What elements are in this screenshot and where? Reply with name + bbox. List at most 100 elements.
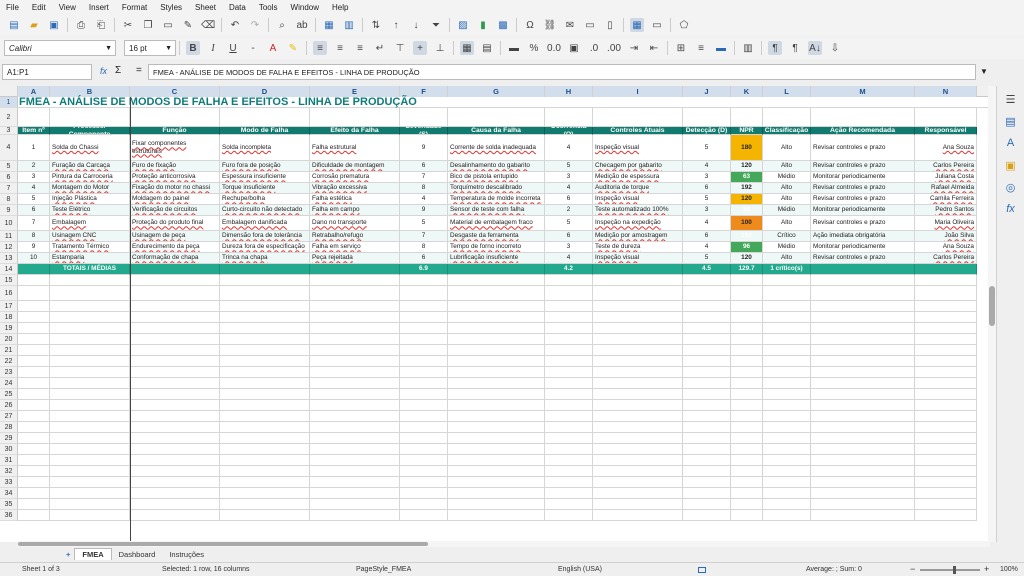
table-cell[interactable]: 180 [731,135,763,161]
empty-cell[interactable] [18,275,50,286]
empty-cell[interactable] [593,455,683,466]
table-cell[interactable]: 6 [400,253,448,264]
table-cell[interactable]: 120 [731,161,763,172]
sort-descending-icon[interactable]: ↓ [409,18,423,32]
empty-cell[interactable] [18,378,50,389]
table-cell[interactable]: 10 [18,253,50,264]
empty-cell[interactable] [811,455,915,466]
empty-cell[interactable] [448,400,545,411]
totals-cell[interactable]: 4.2 [545,264,593,275]
empty-cell[interactable] [310,400,400,411]
empty-cell[interactable] [310,334,400,345]
empty-cell[interactable] [915,510,977,521]
table-cell[interactable]: Pedro Santos [915,205,977,216]
empty-cell[interactable] [18,345,50,356]
empty-cell[interactable] [18,466,50,477]
table-cell[interactable]: Montagem do Motor [50,183,130,194]
empty-cell[interactable] [50,334,130,345]
table-cell[interactable]: Inspeção na expedição [593,216,683,231]
empty-cell[interactable] [400,389,448,400]
table-cell[interactable]: Rechupe/bolha [220,194,310,205]
empty-cell[interactable] [593,275,683,286]
table-cell[interactable]: Falha estética [310,194,400,205]
empty-cell[interactable] [310,312,400,323]
empty-cell[interactable] [220,108,310,127]
column-title-cell[interactable]: Função [130,127,220,135]
empty-cell[interactable] [545,510,593,521]
empty-cell[interactable] [683,411,731,422]
empty-cell[interactable] [683,389,731,400]
empty-cell[interactable] [811,345,915,356]
empty-cell[interactable] [593,422,683,433]
table-cell[interactable]: Dano no transporte [310,216,400,231]
table-cell[interactable]: Revisar controles e prazo [811,216,915,231]
table-cell[interactable]: Teste automatizado 100% [593,205,683,216]
empty-cell[interactable] [220,323,310,334]
column-title-cell[interactable]: Efeito da Falha [310,127,400,135]
empty-cell[interactable] [50,367,130,378]
empty-cell[interactable] [731,455,763,466]
empty-cell[interactable] [130,301,220,312]
empty-cell[interactable] [448,334,545,345]
menu-item-data[interactable]: Data [229,3,246,12]
table-cell[interactable]: Fixação do motor no chassi [130,183,220,194]
empty-cell[interactable] [731,312,763,323]
empty-cell[interactable] [593,286,683,301]
empty-cell[interactable] [220,312,310,323]
empty-cell[interactable] [130,345,220,356]
table-cell[interactable]: Verificação de circuitos [130,205,220,216]
empty-cell[interactable] [683,286,731,301]
table-cell[interactable]: 192 [731,183,763,194]
empty-cell[interactable] [448,345,545,356]
empty-cell[interactable] [400,400,448,411]
empty-cell[interactable] [220,356,310,367]
empty-cell[interactable] [545,323,593,334]
empty-cell[interactable] [310,510,400,521]
table-cell[interactable]: Maria Oliveira [915,216,977,231]
totals-cell[interactable]: 6.9 [400,264,448,275]
row-header-26[interactable]: 26 [0,400,18,411]
empty-cell[interactable] [400,488,448,499]
empty-cell[interactable] [18,323,50,334]
empty-cell[interactable] [50,444,130,455]
table-cell[interactable]: Crítico [763,231,811,242]
empty-cell[interactable] [811,367,915,378]
empty-cell[interactable] [683,356,731,367]
table-cell[interactable]: 54 [731,205,763,216]
menu-item-sheet[interactable]: Sheet [195,3,216,12]
define-print-area-icon[interactable]: ▯ [603,18,617,32]
empty-cell[interactable] [545,488,593,499]
totals-cell[interactable]: 4.5 [683,264,731,275]
column-title-cell[interactable]: Ocorrência (O) [545,127,593,135]
empty-cell[interactable] [811,444,915,455]
empty-cell[interactable] [593,334,683,345]
empty-cell[interactable] [130,455,220,466]
empty-cell[interactable] [18,334,50,345]
empty-cell[interactable] [915,286,977,301]
empty-cell[interactable] [400,275,448,286]
table-cell[interactable]: Monitorar periodicamente [811,172,915,183]
empty-cell[interactable] [400,499,448,510]
empty-cell[interactable] [915,378,977,389]
table-cell[interactable]: Solda do Chassi [50,135,130,161]
empty-cell[interactable] [731,301,763,312]
empty-cell[interactable] [763,488,811,499]
empty-cell[interactable] [130,466,220,477]
row-header-35[interactable]: 35 [0,499,18,510]
row-header-3[interactable]: 3 [0,127,18,135]
empty-cell[interactable] [448,389,545,400]
empty-cell[interactable] [400,286,448,301]
table-cell[interactable]: Retrabalho/refugo [310,231,400,242]
empty-cell[interactable] [731,510,763,521]
empty-cell[interactable] [731,367,763,378]
empty-cell[interactable] [400,367,448,378]
row-header-22[interactable]: 22 [0,356,18,367]
empty-cell[interactable] [763,345,811,356]
empty-cell[interactable] [763,466,811,477]
empty-cell[interactable] [18,422,50,433]
empty-cell[interactable] [448,477,545,488]
table-cell[interactable]: Alto [763,216,811,231]
empty-cell[interactable] [220,422,310,433]
table-cell[interactable]: Pintura da Carroceria [50,172,130,183]
spelling-icon[interactable]: ab [295,18,309,32]
